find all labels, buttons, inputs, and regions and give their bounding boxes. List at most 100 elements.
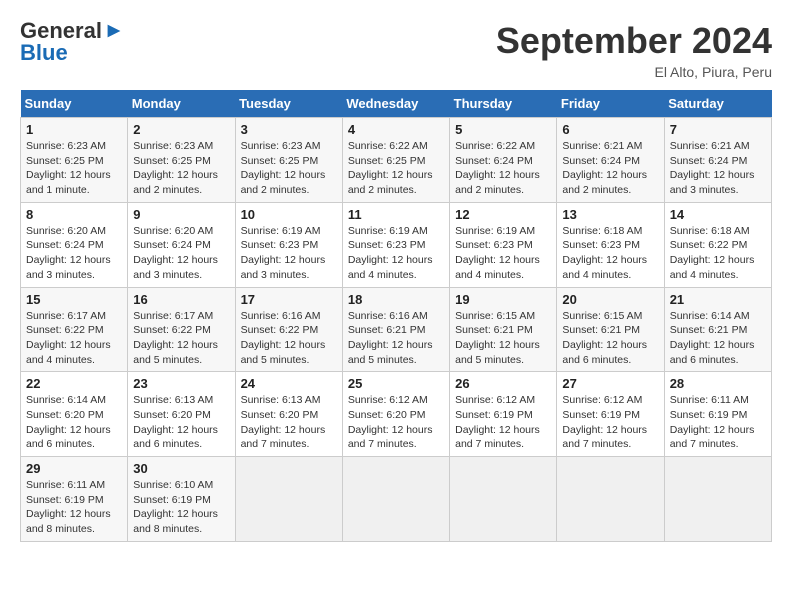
location-subtitle: El Alto, Piura, Peru bbox=[496, 64, 772, 80]
calendar-week-row: 8 Sunrise: 6:20 AM Sunset: 6:24 PM Dayli… bbox=[21, 202, 772, 287]
day-info: Sunrise: 6:21 AM Sunset: 6:24 PM Dayligh… bbox=[670, 139, 766, 198]
day-info: Sunrise: 6:12 AM Sunset: 6:19 PM Dayligh… bbox=[562, 393, 658, 452]
day-of-week-header: Wednesday bbox=[342, 90, 449, 118]
calendar-day-cell: 22 Sunrise: 6:14 AM Sunset: 6:20 PM Dayl… bbox=[21, 372, 128, 457]
calendar-day-cell: 6 Sunrise: 6:21 AM Sunset: 6:24 PM Dayli… bbox=[557, 118, 664, 203]
day-info: Sunrise: 6:13 AM Sunset: 6:20 PM Dayligh… bbox=[241, 393, 337, 452]
calendar-body: 1 Sunrise: 6:23 AM Sunset: 6:25 PM Dayli… bbox=[21, 118, 772, 542]
day-info: Sunrise: 6:19 AM Sunset: 6:23 PM Dayligh… bbox=[455, 224, 551, 283]
calendar-day-cell: 8 Sunrise: 6:20 AM Sunset: 6:24 PM Dayli… bbox=[21, 202, 128, 287]
day-info: Sunrise: 6:19 AM Sunset: 6:23 PM Dayligh… bbox=[348, 224, 444, 283]
calendar-day-cell bbox=[450, 457, 557, 542]
calendar-day-cell: 16 Sunrise: 6:17 AM Sunset: 6:22 PM Dayl… bbox=[128, 287, 235, 372]
day-info: Sunrise: 6:16 AM Sunset: 6:22 PM Dayligh… bbox=[241, 309, 337, 368]
day-info: Sunrise: 6:18 AM Sunset: 6:23 PM Dayligh… bbox=[562, 224, 658, 283]
calendar-day-cell: 11 Sunrise: 6:19 AM Sunset: 6:23 PM Dayl… bbox=[342, 202, 449, 287]
day-number: 25 bbox=[348, 376, 444, 391]
calendar-day-cell: 7 Sunrise: 6:21 AM Sunset: 6:24 PM Dayli… bbox=[664, 118, 771, 203]
day-number: 15 bbox=[26, 292, 122, 307]
day-of-week-header: Monday bbox=[128, 90, 235, 118]
calendar-day-cell bbox=[342, 457, 449, 542]
logo-icon bbox=[104, 23, 124, 39]
day-of-week-header: Tuesday bbox=[235, 90, 342, 118]
calendar-week-row: 29 Sunrise: 6:11 AM Sunset: 6:19 PM Dayl… bbox=[21, 457, 772, 542]
logo-general: General bbox=[20, 20, 102, 42]
calendar-day-cell: 13 Sunrise: 6:18 AM Sunset: 6:23 PM Dayl… bbox=[557, 202, 664, 287]
day-number: 12 bbox=[455, 207, 551, 222]
day-info: Sunrise: 6:17 AM Sunset: 6:22 PM Dayligh… bbox=[26, 309, 122, 368]
day-number: 28 bbox=[670, 376, 766, 391]
logo-blue: Blue bbox=[20, 42, 68, 64]
day-info: Sunrise: 6:17 AM Sunset: 6:22 PM Dayligh… bbox=[133, 309, 229, 368]
calendar-day-cell: 28 Sunrise: 6:11 AM Sunset: 6:19 PM Dayl… bbox=[664, 372, 771, 457]
day-of-week-header: Saturday bbox=[664, 90, 771, 118]
day-info: Sunrise: 6:23 AM Sunset: 6:25 PM Dayligh… bbox=[241, 139, 337, 198]
day-number: 13 bbox=[562, 207, 658, 222]
calendar-day-cell: 3 Sunrise: 6:23 AM Sunset: 6:25 PM Dayli… bbox=[235, 118, 342, 203]
calendar-day-cell bbox=[664, 457, 771, 542]
day-info: Sunrise: 6:20 AM Sunset: 6:24 PM Dayligh… bbox=[133, 224, 229, 283]
calendar-day-cell: 9 Sunrise: 6:20 AM Sunset: 6:24 PM Dayli… bbox=[128, 202, 235, 287]
day-info: Sunrise: 6:18 AM Sunset: 6:22 PM Dayligh… bbox=[670, 224, 766, 283]
day-number: 14 bbox=[670, 207, 766, 222]
day-info: Sunrise: 6:12 AM Sunset: 6:20 PM Dayligh… bbox=[348, 393, 444, 452]
calendar-day-cell: 15 Sunrise: 6:17 AM Sunset: 6:22 PM Dayl… bbox=[21, 287, 128, 372]
day-number: 11 bbox=[348, 207, 444, 222]
day-number: 27 bbox=[562, 376, 658, 391]
calendar-table: SundayMondayTuesdayWednesdayThursdayFrid… bbox=[20, 90, 772, 542]
day-info: Sunrise: 6:20 AM Sunset: 6:24 PM Dayligh… bbox=[26, 224, 122, 283]
calendar-day-cell: 29 Sunrise: 6:11 AM Sunset: 6:19 PM Dayl… bbox=[21, 457, 128, 542]
calendar-day-cell: 5 Sunrise: 6:22 AM Sunset: 6:24 PM Dayli… bbox=[450, 118, 557, 203]
day-info: Sunrise: 6:14 AM Sunset: 6:21 PM Dayligh… bbox=[670, 309, 766, 368]
calendar-day-cell: 23 Sunrise: 6:13 AM Sunset: 6:20 PM Dayl… bbox=[128, 372, 235, 457]
day-info: Sunrise: 6:23 AM Sunset: 6:25 PM Dayligh… bbox=[133, 139, 229, 198]
day-info: Sunrise: 6:22 AM Sunset: 6:24 PM Dayligh… bbox=[455, 139, 551, 198]
day-of-week-header: Friday bbox=[557, 90, 664, 118]
calendar-day-cell: 10 Sunrise: 6:19 AM Sunset: 6:23 PM Dayl… bbox=[235, 202, 342, 287]
day-number: 2 bbox=[133, 122, 229, 137]
day-number: 26 bbox=[455, 376, 551, 391]
calendar-day-cell: 25 Sunrise: 6:12 AM Sunset: 6:20 PM Dayl… bbox=[342, 372, 449, 457]
day-number: 23 bbox=[133, 376, 229, 391]
calendar-header: SundayMondayTuesdayWednesdayThursdayFrid… bbox=[21, 90, 772, 118]
day-info: Sunrise: 6:13 AM Sunset: 6:20 PM Dayligh… bbox=[133, 393, 229, 452]
calendar-day-cell: 20 Sunrise: 6:15 AM Sunset: 6:21 PM Dayl… bbox=[557, 287, 664, 372]
day-number: 5 bbox=[455, 122, 551, 137]
day-info: Sunrise: 6:11 AM Sunset: 6:19 PM Dayligh… bbox=[670, 393, 766, 452]
day-number: 6 bbox=[562, 122, 658, 137]
logo: General Blue bbox=[20, 20, 124, 64]
day-info: Sunrise: 6:14 AM Sunset: 6:20 PM Dayligh… bbox=[26, 393, 122, 452]
calendar-day-cell bbox=[557, 457, 664, 542]
day-info: Sunrise: 6:22 AM Sunset: 6:25 PM Dayligh… bbox=[348, 139, 444, 198]
page-header: General Blue September 2024 El Alto, Piu… bbox=[20, 20, 772, 80]
day-info: Sunrise: 6:10 AM Sunset: 6:19 PM Dayligh… bbox=[133, 478, 229, 537]
day-number: 22 bbox=[26, 376, 122, 391]
calendar-day-cell: 24 Sunrise: 6:13 AM Sunset: 6:20 PM Dayl… bbox=[235, 372, 342, 457]
title-block: September 2024 El Alto, Piura, Peru bbox=[496, 20, 772, 80]
day-info: Sunrise: 6:15 AM Sunset: 6:21 PM Dayligh… bbox=[455, 309, 551, 368]
day-info: Sunrise: 6:23 AM Sunset: 6:25 PM Dayligh… bbox=[26, 139, 122, 198]
calendar-day-cell: 26 Sunrise: 6:12 AM Sunset: 6:19 PM Dayl… bbox=[450, 372, 557, 457]
day-number: 30 bbox=[133, 461, 229, 476]
calendar-day-cell: 14 Sunrise: 6:18 AM Sunset: 6:22 PM Dayl… bbox=[664, 202, 771, 287]
calendar-day-cell: 4 Sunrise: 6:22 AM Sunset: 6:25 PM Dayli… bbox=[342, 118, 449, 203]
calendar-day-cell: 27 Sunrise: 6:12 AM Sunset: 6:19 PM Dayl… bbox=[557, 372, 664, 457]
day-number: 20 bbox=[562, 292, 658, 307]
month-title: September 2024 bbox=[496, 20, 772, 62]
calendar-day-cell: 1 Sunrise: 6:23 AM Sunset: 6:25 PM Dayli… bbox=[21, 118, 128, 203]
day-number: 21 bbox=[670, 292, 766, 307]
calendar-day-cell: 19 Sunrise: 6:15 AM Sunset: 6:21 PM Dayl… bbox=[450, 287, 557, 372]
day-info: Sunrise: 6:11 AM Sunset: 6:19 PM Dayligh… bbox=[26, 478, 122, 537]
day-number: 17 bbox=[241, 292, 337, 307]
day-number: 16 bbox=[133, 292, 229, 307]
calendar-week-row: 22 Sunrise: 6:14 AM Sunset: 6:20 PM Dayl… bbox=[21, 372, 772, 457]
calendar-week-row: 15 Sunrise: 6:17 AM Sunset: 6:22 PM Dayl… bbox=[21, 287, 772, 372]
calendar-day-cell: 17 Sunrise: 6:16 AM Sunset: 6:22 PM Dayl… bbox=[235, 287, 342, 372]
day-info: Sunrise: 6:19 AM Sunset: 6:23 PM Dayligh… bbox=[241, 224, 337, 283]
calendar-day-cell: 18 Sunrise: 6:16 AM Sunset: 6:21 PM Dayl… bbox=[342, 287, 449, 372]
day-number: 18 bbox=[348, 292, 444, 307]
day-info: Sunrise: 6:21 AM Sunset: 6:24 PM Dayligh… bbox=[562, 139, 658, 198]
calendar-day-cell bbox=[235, 457, 342, 542]
calendar-day-cell: 2 Sunrise: 6:23 AM Sunset: 6:25 PM Dayli… bbox=[128, 118, 235, 203]
day-number: 10 bbox=[241, 207, 337, 222]
